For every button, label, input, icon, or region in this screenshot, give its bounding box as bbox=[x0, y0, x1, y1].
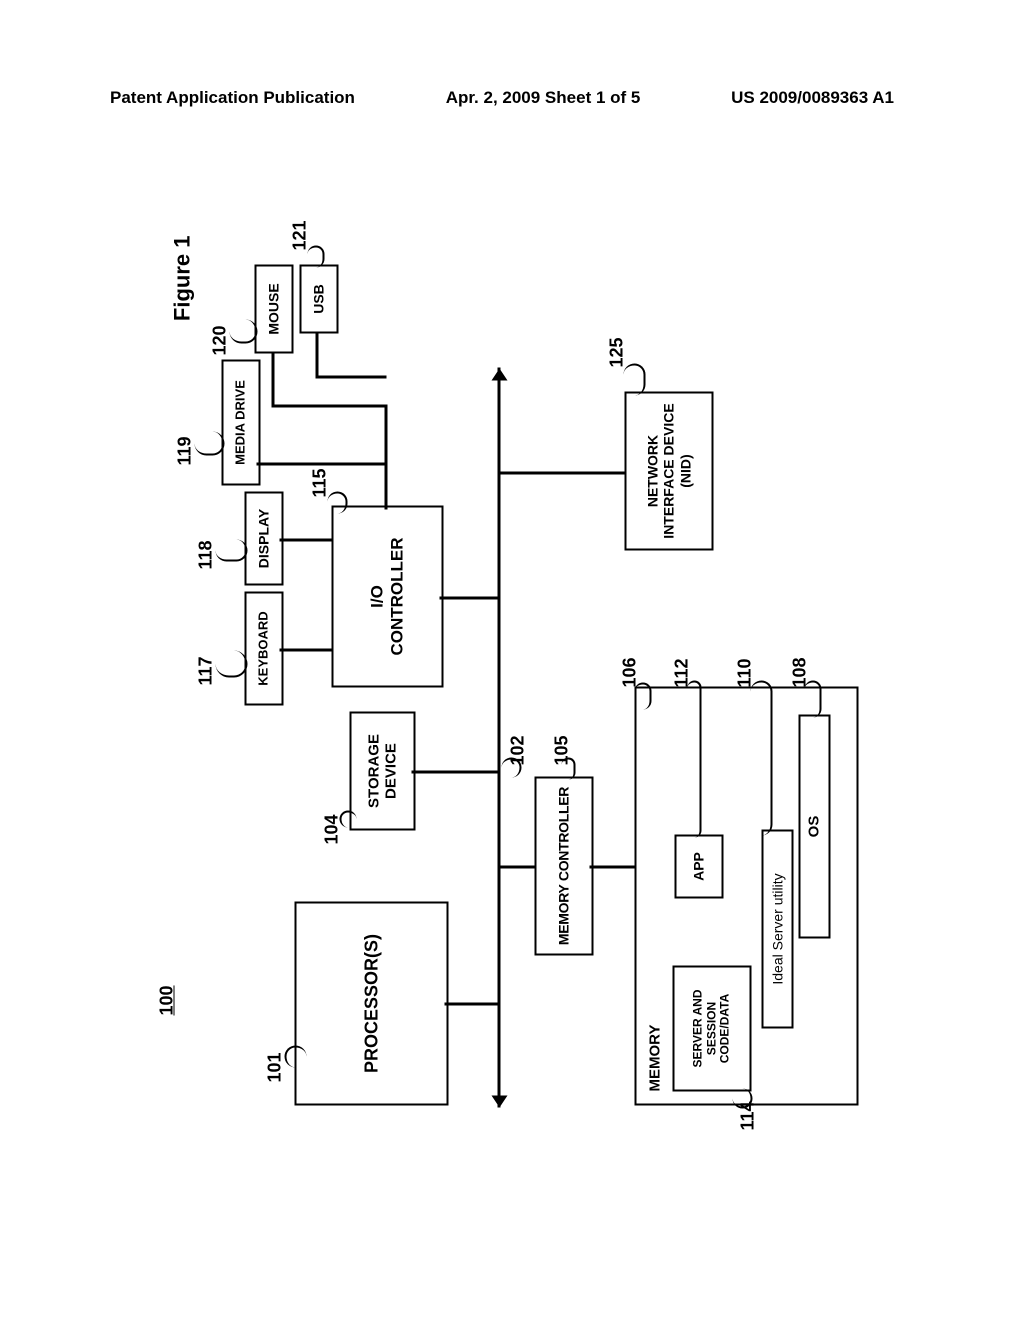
figure-1-diagram: 100 Figure 1 PROCESSOR(S) 101 MEMORY CON… bbox=[160, 211, 850, 1126]
lead-arc bbox=[805, 681, 822, 718]
conn bbox=[272, 354, 275, 408]
lead-arc bbox=[502, 758, 522, 778]
display-block: DISPLAY bbox=[245, 492, 284, 586]
conn bbox=[272, 405, 387, 408]
conn bbox=[590, 866, 635, 869]
conn bbox=[280, 539, 332, 542]
os-block: OS bbox=[799, 715, 831, 939]
lead-arc bbox=[562, 758, 576, 780]
system-ref: 100 bbox=[157, 985, 178, 1015]
app-block: APP bbox=[675, 835, 724, 899]
figure-container: 100 Figure 1 PROCESSOR(S) 101 MEMORY CON… bbox=[160, 210, 850, 1125]
ref-117: 117 bbox=[196, 656, 217, 685]
lead-arc bbox=[635, 683, 652, 710]
memory-controller-block: MEMORY CONTROLLER bbox=[535, 777, 594, 956]
conn bbox=[498, 866, 535, 869]
conn bbox=[316, 376, 387, 379]
page-header: Patent Application Publication Apr. 2, 2… bbox=[110, 88, 894, 108]
usb-block: USB bbox=[300, 265, 339, 334]
storage-block: STORAGE DEVICE bbox=[350, 712, 416, 831]
conn bbox=[257, 463, 387, 466]
memory-block: MEMORY SERVER AND SESSION CODE/DATA APP … bbox=[635, 687, 859, 1106]
conn bbox=[440, 597, 498, 600]
io-controller-block: I/O CONTROLLER bbox=[332, 506, 444, 688]
processor-block: PROCESSOR(S) bbox=[295, 902, 449, 1106]
media-drive-block: MEDIA DRIVE bbox=[222, 360, 261, 486]
bus-arrow-right-icon bbox=[492, 361, 508, 381]
lead-arc bbox=[308, 246, 325, 268]
lead-arc bbox=[688, 681, 702, 838]
ref-125: 125 bbox=[607, 337, 628, 367]
mouse-block: MOUSE bbox=[255, 265, 294, 354]
bus-arrow-left-icon bbox=[492, 1096, 508, 1116]
conn bbox=[280, 649, 332, 652]
header-left: Patent Application Publication bbox=[110, 88, 355, 108]
lead-arc bbox=[340, 811, 357, 828]
memory-label: MEMORY bbox=[647, 1025, 664, 1092]
ref-115: 115 bbox=[310, 468, 331, 497]
lead-arc bbox=[624, 364, 646, 396]
conn bbox=[385, 405, 388, 510]
session-block: SERVER AND SESSION CODE/DATA bbox=[673, 966, 752, 1092]
conn bbox=[316, 334, 319, 379]
nid-block: NETWORK INTERFACE DEVICE (NID) bbox=[625, 392, 714, 551]
lead-arc bbox=[216, 540, 248, 562]
lead-arc bbox=[195, 432, 225, 456]
system-bus bbox=[498, 368, 501, 1108]
lead-arc bbox=[328, 492, 348, 514]
ref-101: 101 bbox=[265, 1052, 286, 1082]
ideal-server-block: Ideal Server utility bbox=[762, 830, 794, 1029]
ref-120: 120 bbox=[210, 325, 231, 355]
patent-page: Patent Application Publication Apr. 2, 2… bbox=[0, 0, 1024, 1320]
conn bbox=[498, 472, 625, 475]
header-mid: Apr. 2, 2009 Sheet 1 of 5 bbox=[446, 88, 641, 108]
lead-arc bbox=[733, 1089, 753, 1109]
figure-title: Figure 1 bbox=[170, 236, 196, 322]
lead-arc bbox=[751, 681, 773, 836]
ref-118: 118 bbox=[196, 540, 217, 569]
ref-119: 119 bbox=[175, 436, 196, 465]
keyboard-block: KEYBOARD bbox=[245, 592, 284, 706]
lead-arc bbox=[216, 651, 248, 678]
ref-121: 121 bbox=[290, 220, 311, 250]
header-right: US 2009/0089363 A1 bbox=[731, 88, 894, 108]
conn bbox=[412, 771, 498, 774]
lead-arc bbox=[285, 1046, 307, 1068]
lead-arc bbox=[230, 320, 258, 344]
conn bbox=[445, 1003, 498, 1006]
